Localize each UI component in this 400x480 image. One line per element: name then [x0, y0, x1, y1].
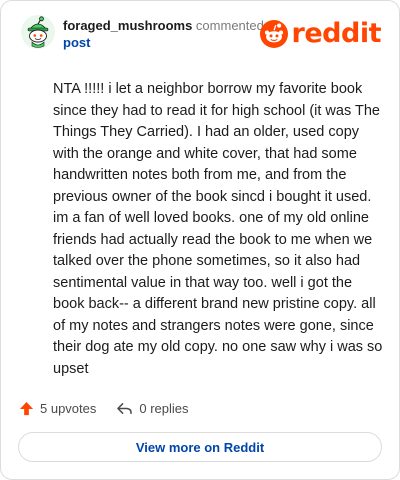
comment-stats: 5 upvotes 0 replies: [19, 397, 189, 419]
reddit-wordmark: reddit: [291, 18, 382, 49]
replies-stat[interactable]: 0 replies: [116, 400, 189, 416]
reddit-comment-card: foraged_mushrooms commented on post redd…: [0, 0, 400, 480]
reply-arrow-icon: [117, 402, 133, 414]
user-avatar[interactable]: [21, 15, 55, 49]
reddit-snoo-icon: [259, 20, 288, 48]
comment-meta: foraged_mushrooms commented on post: [63, 17, 283, 51]
reddit-logo[interactable]: reddit: [259, 18, 382, 49]
upvotes-stat[interactable]: 5 upvotes: [19, 401, 96, 416]
upvote-arrow-icon: [19, 401, 34, 415]
comment-header: foraged_mushrooms commented on post redd…: [21, 15, 382, 55]
view-more-on-reddit-button[interactable]: View more on Reddit: [18, 432, 382, 462]
replies-count: 0 replies: [139, 400, 189, 416]
upvotes-count: 5 upvotes: [40, 400, 97, 416]
post-link[interactable]: post: [63, 35, 90, 50]
comment-body: NTA !!!!! i let a neighbor borrow my fav…: [53, 81, 383, 377]
username-link[interactable]: foraged_mushrooms: [63, 18, 192, 33]
